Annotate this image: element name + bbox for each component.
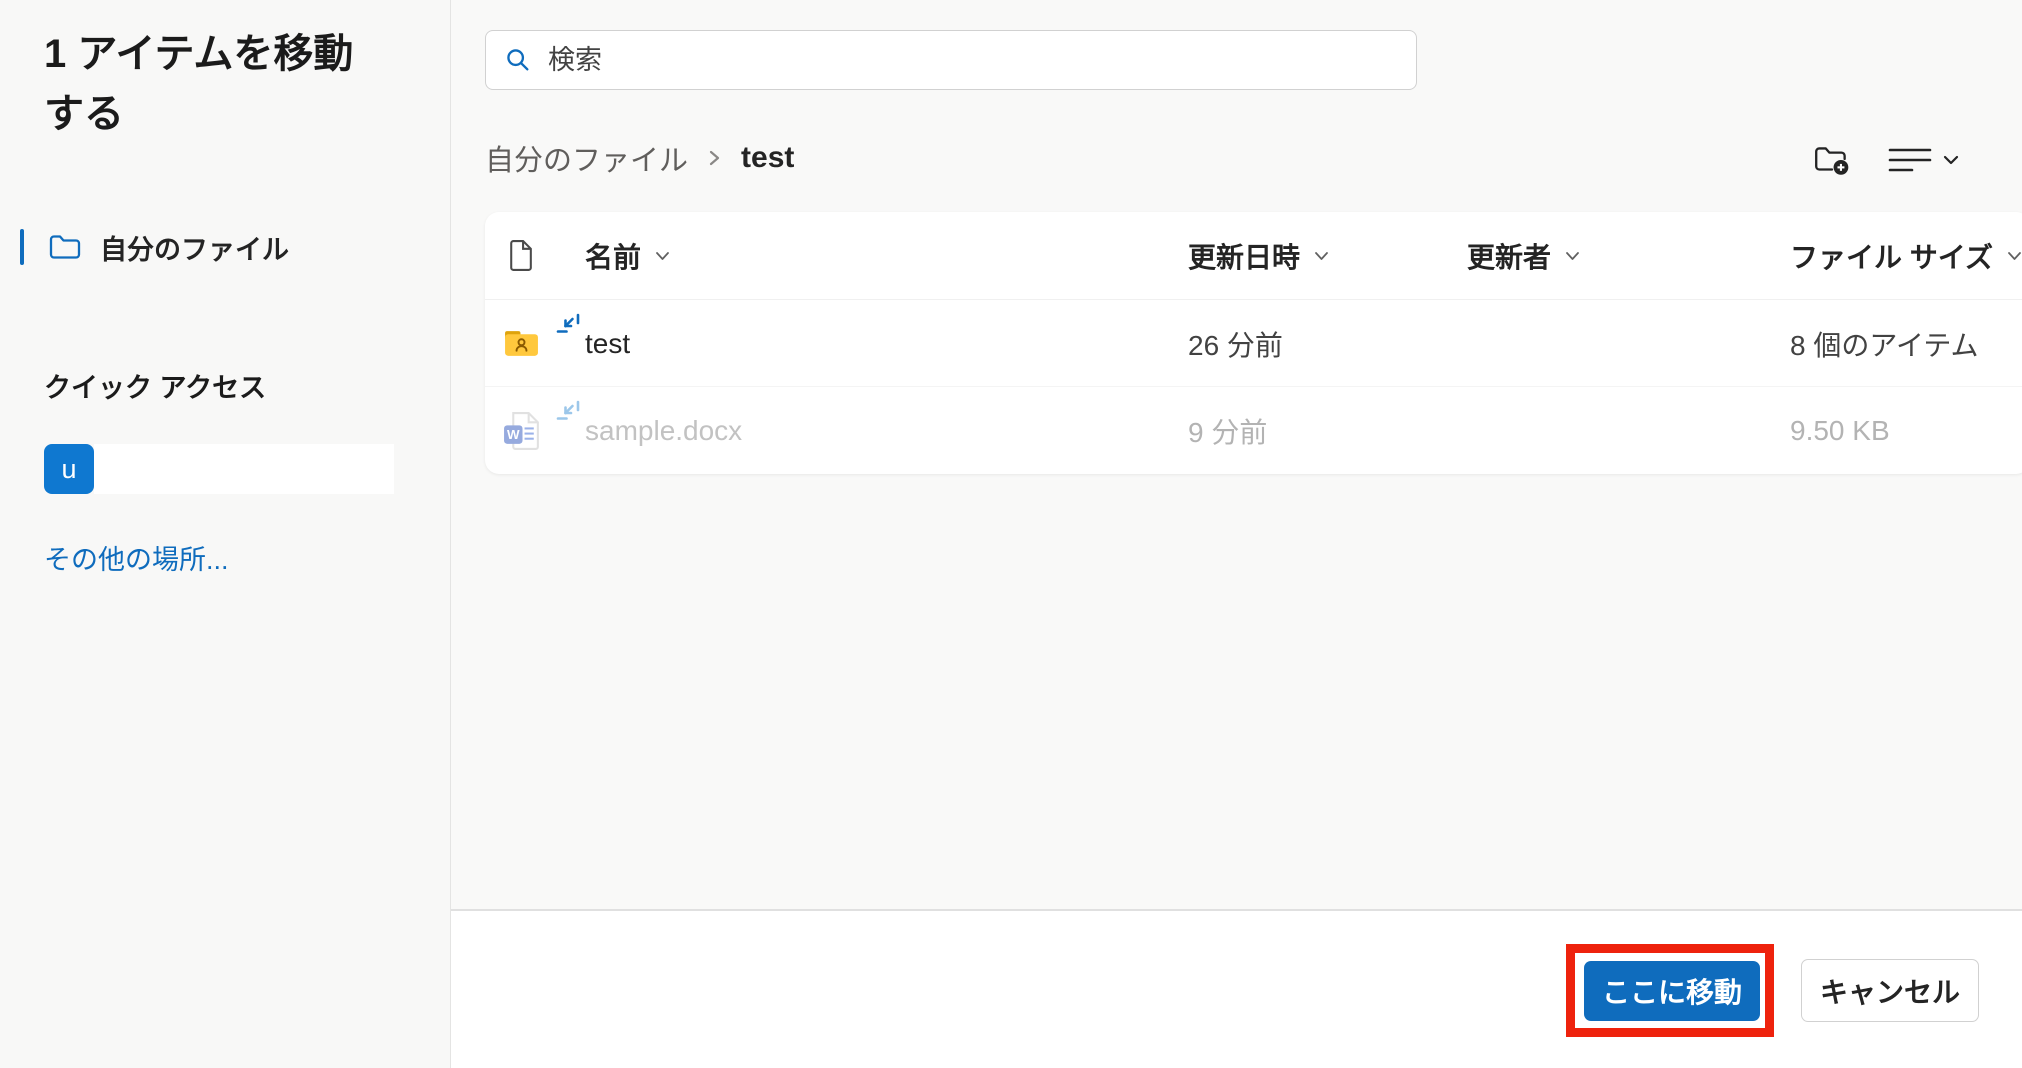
cancel-button[interactable]: キャンセル: [1801, 959, 1979, 1022]
move-target-arrow-icon: [555, 312, 583, 345]
search-icon: [504, 46, 532, 74]
document-page-icon: [507, 212, 534, 299]
footer: [451, 911, 2022, 1068]
breadcrumb-chevron-icon: [708, 148, 721, 168]
file-modified: 9 分前: [1188, 411, 1267, 451]
sidebar-item-label: 自分のファイル: [100, 228, 289, 267]
toolbar: [1812, 136, 1960, 184]
dialog-title: 1 アイテムを移動する: [44, 24, 374, 144]
view-options-button[interactable]: [1888, 147, 1960, 173]
table-row-test[interactable]: test 26 分前 8 個のアイテム: [485, 301, 2022, 387]
breadcrumb-root[interactable]: 自分のファイル: [485, 137, 688, 179]
table-row-sample-docx: W sample.docx 9 分前 9.50 KB: [485, 388, 2022, 473]
move-target-arrow-icon: [555, 399, 583, 432]
folder-icon: [48, 233, 82, 261]
file-size: 8 個のアイテム: [1790, 324, 1979, 364]
shared-folder-icon: [503, 301, 540, 386]
svg-text:W: W: [507, 427, 520, 442]
chevron-down-icon: [1565, 251, 1580, 261]
column-header-modified-by[interactable]: 更新者: [1467, 212, 1580, 299]
breadcrumb-current: test: [741, 141, 794, 175]
search-box[interactable]: [485, 30, 1417, 90]
move-here-button[interactable]: ここに移動: [1584, 961, 1760, 1021]
file-size: 9.50 KB: [1790, 415, 1890, 447]
file-name: sample.docx: [585, 415, 742, 447]
word-document-icon: W: [503, 388, 542, 473]
search-input[interactable]: [548, 45, 1398, 76]
move-dialog-sidebar: 1 アイテムを移動する 自分のファイル クイック アクセス u その他の場所..…: [0, 0, 450, 1068]
chevron-down-icon: [655, 251, 670, 261]
quick-access-item[interactable]: u: [44, 444, 394, 494]
new-folder-icon: [1812, 142, 1852, 178]
more-places-link[interactable]: その他の場所...: [44, 538, 229, 577]
column-header-file-size[interactable]: ファイル サイズ: [1790, 212, 2022, 299]
column-header-modified[interactable]: 更新日時: [1188, 212, 1329, 299]
quick-access-item-body: [94, 444, 394, 494]
selected-indicator: [20, 229, 24, 265]
chevron-down-icon: [2007, 251, 2022, 261]
sidebar-item-my-files[interactable]: 自分のファイル: [0, 216, 450, 278]
sidebar-divider: [450, 0, 451, 1068]
file-name: test: [585, 328, 630, 360]
file-modified: 26 分前: [1188, 324, 1283, 364]
column-header-name[interactable]: 名前: [585, 212, 670, 299]
file-list: 名前 更新日時 更新者 ファイル サイズ: [485, 212, 2022, 474]
quick-access-heading: クイック アクセス: [44, 366, 266, 405]
chevron-down-icon: [1314, 251, 1329, 261]
breadcrumb: 自分のファイル test: [485, 132, 794, 184]
sort-lines-icon: [1888, 147, 1932, 173]
chevron-down-icon: [1942, 154, 1960, 166]
new-folder-button[interactable]: [1812, 142, 1852, 178]
avatar: u: [44, 444, 94, 494]
file-list-header: 名前 更新日時 更新者 ファイル サイズ: [485, 212, 2022, 300]
